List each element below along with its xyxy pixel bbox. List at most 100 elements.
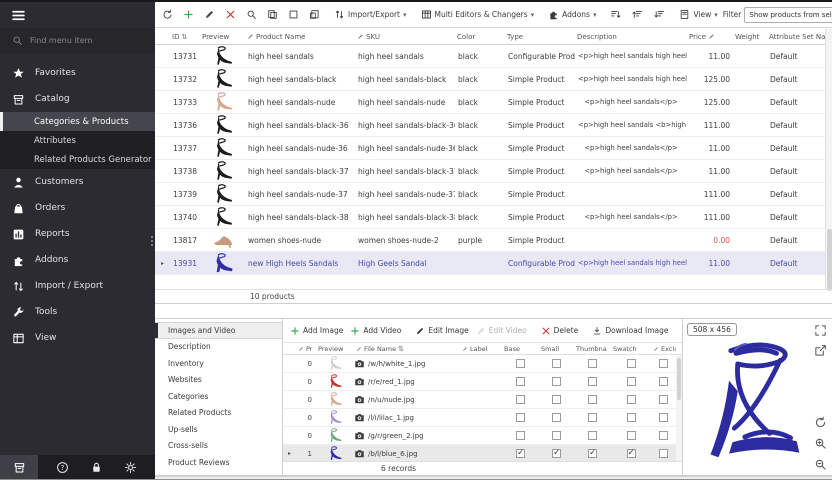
import-export-button[interactable]: Import/Export▾ [332, 7, 409, 22]
exclude-checkbox[interactable] [659, 377, 668, 386]
swatch-checkbox[interactable] [627, 359, 636, 368]
images-scrollbar[interactable] [676, 356, 682, 461]
gear-icon[interactable] [124, 461, 137, 474]
column-header-id[interactable]: ID⇅ [170, 33, 200, 41]
image-column-header-small[interactable]: Small [539, 345, 574, 353]
product-row[interactable]: 13817 women shoes-nudewomen shoes-nude-2… [155, 229, 825, 252]
image-column-header-exclude[interactable]: Exclude [651, 345, 676, 353]
sidebar-item-reports[interactable]: Reports [0, 221, 155, 247]
swatch-checkbox[interactable] [627, 395, 636, 404]
sidebar-item-orders[interactable]: Orders [0, 195, 155, 221]
add-product-button[interactable] [181, 7, 196, 22]
exclude-checkbox[interactable] [659, 413, 668, 422]
exclude-checkbox[interactable] [659, 395, 668, 404]
sidebar-item-attributes[interactable]: Attributes [0, 131, 155, 150]
edit-video-button[interactable]: Edit Video [474, 324, 529, 338]
column-header-preview[interactable]: Preview [200, 33, 245, 41]
image-column-header-label[interactable]: Label [460, 345, 502, 353]
help-icon[interactable]: ? [56, 461, 69, 474]
base-checkbox[interactable] [516, 413, 525, 422]
thumbnail-checkbox[interactable] [588, 395, 597, 404]
thumbnail-checkbox[interactable] [588, 431, 597, 440]
image-row[interactable]: 0 /l/i/lilac_1.jpg [283, 409, 682, 427]
search-button[interactable] [244, 7, 259, 22]
products-scrollbar-thumb[interactable] [827, 229, 832, 291]
base-checkbox[interactable] [516, 431, 525, 440]
exclude-checkbox[interactable] [659, 431, 668, 440]
add-image-button[interactable]: Add Image [288, 324, 345, 338]
add-video-button[interactable]: Add Video [348, 324, 403, 338]
tab-inventory[interactable]: Inventory [155, 355, 282, 372]
small-checkbox[interactable] [552, 395, 561, 404]
tab-product-reviews[interactable]: Product Reviews [155, 454, 282, 471]
product-row[interactable]: 13731 high heel sandalshigh heel sandals… [155, 45, 825, 68]
small-checkbox[interactable] [552, 449, 561, 458]
hamburger-menu-icon[interactable] [11, 8, 26, 23]
product-row[interactable]: 13739 high heel sandals-nude-37high heel… [155, 183, 825, 206]
sidebar-search[interactable]: Find menu item [0, 28, 155, 53]
swatch-checkbox[interactable] [627, 377, 636, 386]
tab-images-and-video[interactable]: Images and Video [155, 322, 282, 339]
image-row[interactable]: 0 /w/h/white_1.jpg [283, 355, 682, 373]
image-column-header-thumbnail[interactable]: Thumbna [574, 345, 611, 353]
view-button[interactable]: View▾ [677, 7, 719, 22]
base-checkbox[interactable] [516, 395, 525, 404]
sidebar-item-categories-products[interactable]: Categories & Products [0, 112, 155, 131]
edit-product-button[interactable] [202, 7, 217, 22]
delete-product-button[interactable] [223, 7, 238, 22]
select-button[interactable] [286, 7, 301, 22]
column-header-weight[interactable]: Weight [733, 33, 767, 41]
base-checkbox[interactable] [516, 377, 525, 386]
column-header-type[interactable]: Type [505, 33, 575, 41]
product-row[interactable]: 13733 high heel sandals-nudehigh heel sa… [155, 91, 825, 114]
column-header-name[interactable]: Product Name [245, 33, 355, 41]
product-row[interactable]: 13732 high heel sandals-blackhigh heel s… [155, 68, 825, 91]
products-scrollbar[interactable] [825, 29, 832, 289]
tab-websites[interactable]: Websites [155, 372, 282, 389]
lock-icon[interactable] [90, 461, 103, 474]
delete-button[interactable]: Delete [539, 324, 581, 338]
refresh-button[interactable] [160, 7, 175, 22]
swatch-checkbox[interactable] [627, 431, 636, 440]
base-checkbox[interactable] [516, 449, 525, 458]
edit-image-button[interactable]: Edit Image [413, 324, 470, 338]
small-checkbox[interactable] [552, 431, 561, 440]
tab-description[interactable]: Description [155, 339, 282, 356]
sidebar-item-favorites[interactable]: Favorites [0, 60, 155, 86]
column-header-attribute_set[interactable]: Attribute Set Name [767, 33, 825, 41]
product-row[interactable]: 13737 high heel sandals-nude-36high heel… [155, 137, 825, 160]
sidebar-item-catalog[interactable]: Catalog [0, 86, 155, 112]
bottom-store-button[interactable] [0, 455, 38, 480]
download-image-button[interactable]: Download Image [590, 324, 670, 338]
image-column-header-base[interactable]: Base [502, 345, 539, 353]
category-filter-dropdown[interactable]: Show products from selected categories▾ [744, 7, 832, 23]
image-row[interactable]: 0 /n/u/nude.jpg [283, 391, 682, 409]
image-row[interactable]: 0 /g/r/green_2.jpg [283, 427, 682, 445]
sidebar-item-import-export[interactable]: Import / Export [0, 273, 155, 299]
sidebar-item-addons[interactable]: Addons [0, 247, 155, 273]
product-row[interactable]: ▸13931 new High Heels SandalsHigh Geels … [155, 252, 825, 275]
exclude-checkbox[interactable] [659, 449, 668, 458]
tab-cross-sells[interactable]: Cross-sells [155, 438, 282, 455]
panel-splitter[interactable] [150, 233, 154, 249]
copy-button[interactable] [265, 7, 280, 22]
sidebar-item-related-products-generator[interactable]: Related Products Generator [0, 150, 155, 169]
product-row[interactable]: 13740 high heel sandals-black-38high hee… [155, 206, 825, 229]
sort-up-button[interactable] [630, 7, 645, 22]
tab-categories[interactable]: Categories [155, 388, 282, 405]
product-row[interactable]: 13738 high heel sandals-black-37high hee… [155, 160, 825, 183]
sidebar-item-tools[interactable]: Tools [0, 299, 155, 325]
paste-button[interactable] [307, 7, 322, 22]
images-scrollbar-thumb[interactable] [677, 358, 681, 400]
sidebar-item-view[interactable]: View [0, 325, 155, 351]
sidebar-item-customers[interactable]: Customers [0, 169, 155, 195]
thumbnail-checkbox[interactable] [588, 449, 597, 458]
addons-button[interactable]: Addons▾ [546, 7, 598, 22]
small-checkbox[interactable] [552, 413, 561, 422]
thumbnail-checkbox[interactable] [588, 413, 597, 422]
product-row[interactable]: 13736 high heel sandals-black-36high hee… [155, 114, 825, 137]
swatch-checkbox[interactable] [627, 413, 636, 422]
image-column-header-file_name[interactable]: File Name⇅ [354, 345, 460, 353]
tab-up-sells[interactable]: Up-sells [155, 421, 282, 438]
thumbnail-checkbox[interactable] [588, 377, 597, 386]
